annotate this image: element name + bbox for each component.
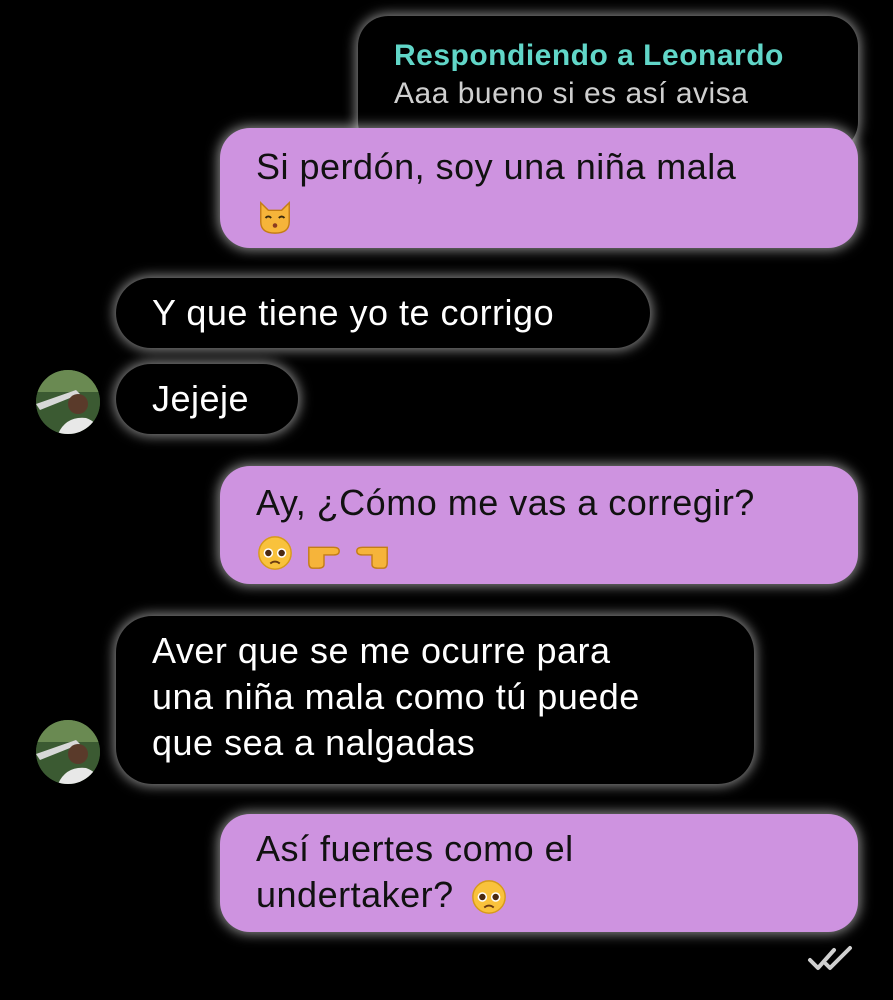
message-outgoing-1[interactable]: Si perdón, soy una niña mala	[220, 128, 858, 248]
avatar-leonardo[interactable]	[36, 370, 100, 434]
message-outgoing-2[interactable]: Ay, ¿Cómo me vas a corregir?	[220, 466, 858, 584]
kissing-cat-emoji	[260, 201, 290, 235]
pointing-left-hand-emoji	[356, 547, 388, 570]
pleading-face-pointing-fingers-emoji	[256, 528, 391, 574]
message-text-line: que sea a nalgadas	[152, 722, 476, 763]
avatar-photo	[36, 720, 100, 784]
message-outgoing-3[interactable]: Así fuertes como el undertaker?	[220, 814, 858, 932]
message-text-line: una niña mala como tú puede	[152, 676, 640, 717]
message-incoming-3[interactable]: Aver que se me ocurre para una niña mala…	[116, 616, 754, 784]
message-text: Ay, ¿Cómo me vas a corregir?	[256, 482, 755, 523]
avatar-leonardo[interactable]	[36, 720, 100, 784]
reply-preview-author: Respondiendo a Leonardo	[394, 39, 784, 72]
reply-preview-quote: Aaa bueno si es así avisa	[394, 77, 749, 110]
message-text: Y que tiene yo te corrigo	[152, 292, 555, 333]
message-text-line: undertaker?	[256, 872, 858, 918]
message-incoming-1[interactable]: Y que tiene yo te corrigo	[116, 278, 650, 348]
pointing-right-hand-emoji	[307, 547, 340, 570]
pleading-face-emoji	[258, 536, 292, 571]
message-text-fragment: undertaker?	[256, 874, 454, 915]
message-text: Si perdón, soy una niña mala	[256, 146, 737, 187]
double-check-read-icon	[808, 946, 852, 970]
message-text: Jejeje	[152, 378, 250, 419]
message-text-line: Aver que se me ocurre para	[152, 630, 611, 671]
message-text-line: Así fuertes como el	[256, 828, 574, 869]
avatar-photo	[36, 370, 100, 434]
message-incoming-2[interactable]: Jejeje	[116, 364, 298, 434]
pleading-face-emoji	[472, 880, 507, 915]
